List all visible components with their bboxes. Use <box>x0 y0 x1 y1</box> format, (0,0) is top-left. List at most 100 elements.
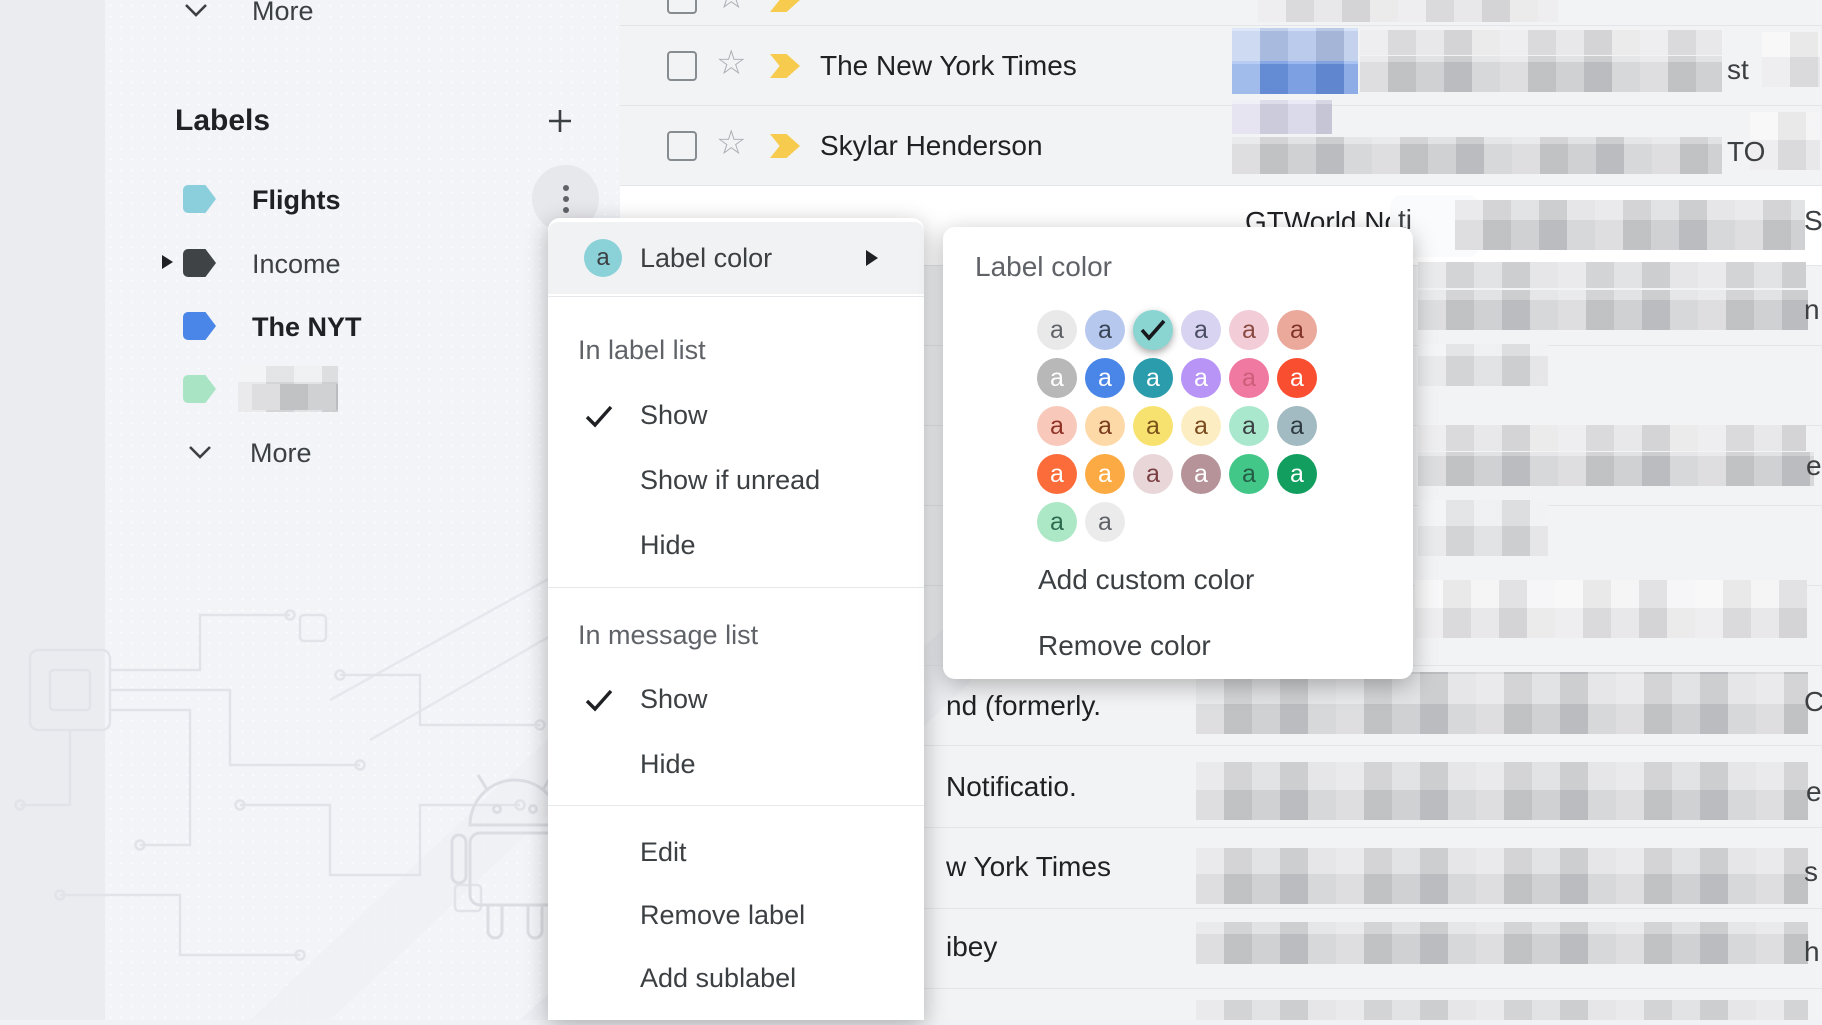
redacted-text <box>1418 344 1548 386</box>
menu-item-hide-label-list[interactable]: Hide <box>640 530 696 561</box>
redacted-text <box>1232 137 1722 174</box>
check-icon <box>584 404 614 433</box>
menu-item-remove-label[interactable]: Remove label <box>640 900 805 931</box>
redacted-text <box>1196 922 1808 964</box>
labels-heading: Labels <box>175 104 270 138</box>
color-swatch[interactable]: a <box>1229 454 1269 494</box>
redacted-text <box>1196 848 1808 904</box>
color-swatch[interactable]: a <box>1229 406 1269 446</box>
clipped-text-fragment: C <box>1804 686 1822 718</box>
clipped-text-fragment: st <box>1727 54 1749 86</box>
redacted-text <box>252 384 338 410</box>
color-swatch[interactable]: a <box>1133 406 1173 446</box>
color-swatch[interactable]: a <box>1181 454 1221 494</box>
color-swatch[interactable]: a <box>1277 454 1317 494</box>
menu-item-add-custom-color[interactable]: Add custom color <box>1038 564 1254 596</box>
redacted-text <box>1232 100 1332 134</box>
redacted-text <box>1415 580 1807 638</box>
create-label-button[interactable] <box>546 107 574 140</box>
row-divider <box>620 105 1822 106</box>
color-swatch[interactable]: a <box>1181 406 1221 446</box>
menu-item-add-sublabel[interactable]: Add sublabel <box>640 963 796 994</box>
email-checkbox[interactable] <box>667 0 697 14</box>
chevron-down-icon[interactable] <box>182 2 210 23</box>
menu-item-label-color[interactable]: a Label color <box>548 222 924 294</box>
redacted-text <box>1418 452 1814 486</box>
sidebar-item-more-top[interactable]: More <box>252 0 314 27</box>
menu-item-edit[interactable]: Edit <box>640 837 687 868</box>
redacted-text <box>1232 28 1358 61</box>
partial-email-sender[interactable]: Notificatio. <box>946 771 1077 803</box>
redacted-text <box>1455 200 1805 250</box>
partial-email-sender[interactable]: nd (formerly. <box>946 690 1101 722</box>
color-swatch[interactable]: a <box>1229 358 1269 398</box>
redacted-text <box>1762 32 1820 87</box>
redacted-text <box>1418 290 1808 330</box>
partial-email-sender[interactable]: w York Times <box>946 851 1111 883</box>
star-icon[interactable]: ☆ <box>716 0 746 14</box>
menu-item-remove-color[interactable]: Remove color <box>1038 630 1211 662</box>
clipped-text-fragment: e <box>1806 776 1822 808</box>
redacted-text <box>1196 1000 1808 1020</box>
color-swatch[interactable] <box>1133 310 1173 350</box>
email-checkbox[interactable] <box>667 131 697 161</box>
clipped-text-fragment: s <box>1804 856 1818 888</box>
color-swatch[interactable]: a <box>1181 358 1221 398</box>
color-swatch[interactable]: a <box>1037 502 1077 542</box>
sidebar-item-more-bottom[interactable]: More <box>250 438 312 469</box>
color-swatch[interactable]: a <box>1085 358 1125 398</box>
row-divider <box>620 25 1822 26</box>
row-divider <box>620 185 1822 186</box>
clipped-text-fragment: TO <box>1727 136 1765 168</box>
window-left-edge <box>0 0 105 1020</box>
submenu-title: Label color <box>975 251 1112 283</box>
redacted-text <box>1418 500 1548 556</box>
clipped-text-fragment: e <box>1806 450 1822 482</box>
redacted-text <box>1196 672 1808 734</box>
expand-arrow-icon[interactable] <box>162 255 173 269</box>
email-checkbox[interactable] <box>667 51 697 81</box>
star-icon[interactable]: ☆ <box>716 126 746 160</box>
color-swatch[interactable]: a <box>1037 406 1077 446</box>
label-color-submenu: Label color aaaaaaaaaaaaaaaaaaaaaaaaa Ad… <box>943 227 1413 679</box>
clipped-text-fragment: S <box>1804 205 1822 237</box>
partial-email-sender[interactable]: ibey <box>946 931 997 963</box>
email-sender[interactable]: Skylar Henderson <box>820 130 1043 162</box>
section-header-in-label-list: In label list <box>578 335 706 366</box>
submenu-arrow-icon <box>866 250 878 266</box>
redacted-text <box>1418 262 1806 288</box>
color-swatch[interactable]: a <box>1133 358 1173 398</box>
color-swatch[interactable]: a <box>1037 454 1077 494</box>
sidebar-label-flights[interactable]: Flights <box>252 185 341 216</box>
color-swatch[interactable]: a <box>1277 406 1317 446</box>
redacted-text <box>1360 30 1722 55</box>
redacted-text <box>1196 762 1808 820</box>
color-swatch[interactable]: a <box>1085 310 1125 350</box>
gmail-sidebar <box>105 0 620 1020</box>
color-swatch[interactable]: a <box>1133 454 1173 494</box>
color-swatch[interactable]: a <box>1181 310 1221 350</box>
section-header-in-message-list: In message list <box>578 620 758 651</box>
color-swatch[interactable]: a <box>1085 502 1125 542</box>
color-swatch[interactable]: a <box>1037 358 1077 398</box>
menu-item-show-message-list[interactable]: Show <box>640 684 708 715</box>
color-swatch[interactable]: a <box>1277 358 1317 398</box>
sidebar-label-income[interactable]: Income <box>252 249 341 280</box>
color-swatch[interactable]: a <box>1277 310 1317 350</box>
color-swatch[interactable]: a <box>1037 310 1077 350</box>
label-context-menu: a Label color In label list Show Show if… <box>548 218 924 1020</box>
redacted-text <box>1232 61 1358 94</box>
email-sender[interactable]: The New York Times <box>820 50 1077 82</box>
check-icon <box>584 688 614 717</box>
chevron-down-icon[interactable] <box>186 444 214 465</box>
menu-item-show-label-list[interactable]: Show <box>640 400 708 431</box>
clipped-text-fragment: h <box>1804 936 1820 968</box>
menu-item-hide-message-list[interactable]: Hide <box>640 749 696 780</box>
star-icon[interactable]: ☆ <box>716 46 746 80</box>
color-swatch[interactable]: a <box>1229 310 1269 350</box>
sidebar-label-nyt[interactable]: The NYT <box>252 312 362 343</box>
color-swatch[interactable]: a <box>1085 454 1125 494</box>
menu-item-show-if-unread[interactable]: Show if unread <box>640 465 820 496</box>
selected-check-icon <box>1140 319 1166 341</box>
color-swatch[interactable]: a <box>1085 406 1125 446</box>
